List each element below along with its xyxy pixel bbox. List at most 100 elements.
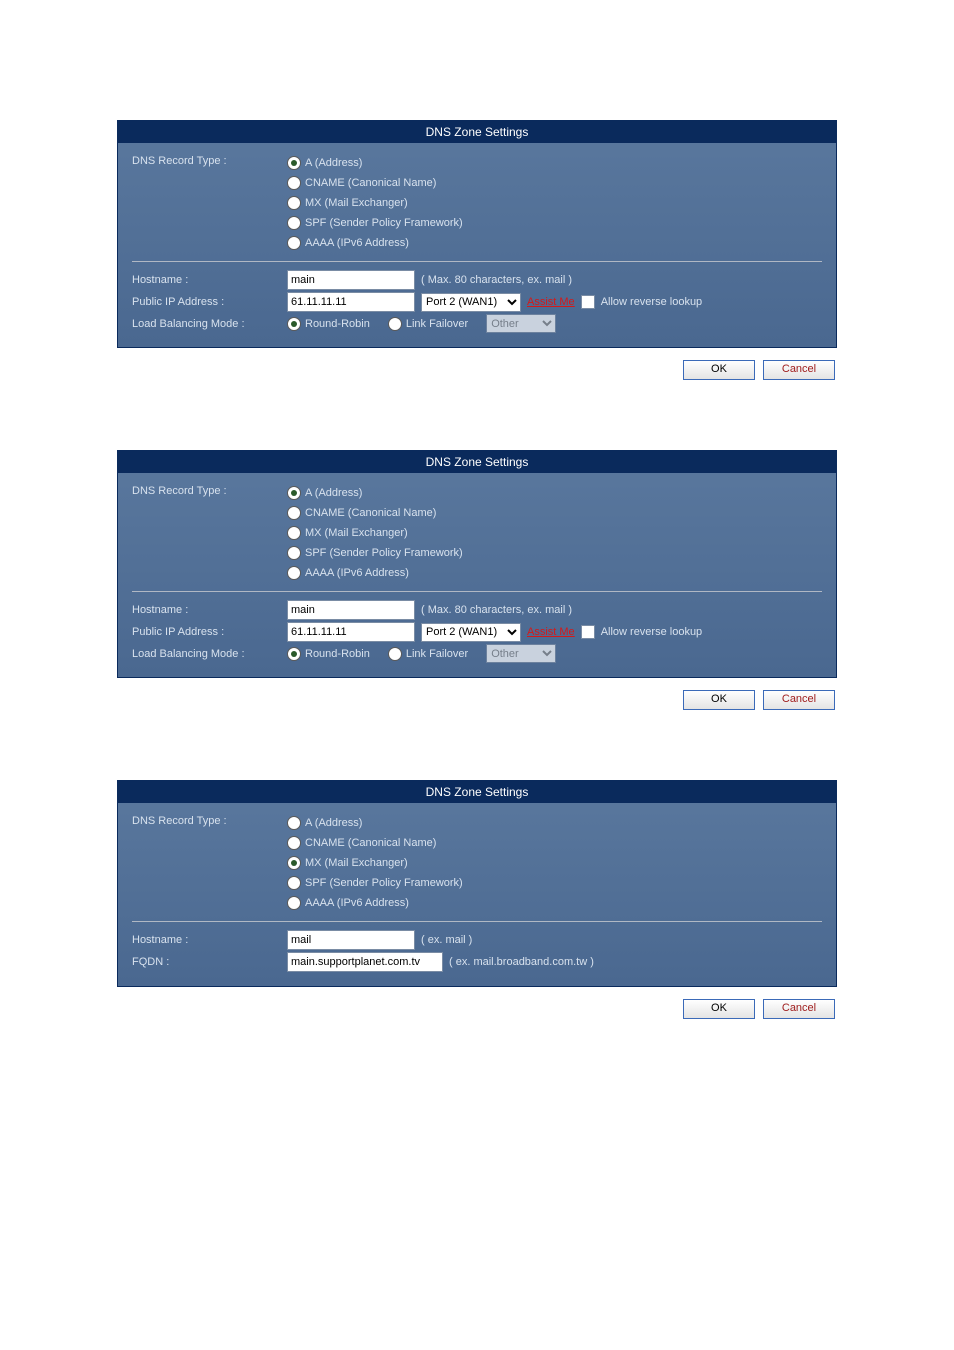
radio-icon — [287, 566, 301, 580]
panel-title: DNS Zone Settings — [118, 121, 836, 143]
reverse-lookup-checkbox[interactable] — [581, 625, 595, 639]
cancel-button[interactable]: Cancel — [763, 360, 835, 380]
dns-zone-settings-panel-1: DNS Zone Settings DNS Record Type : A (A… — [117, 120, 837, 348]
radio-icon — [287, 836, 301, 850]
cancel-button[interactable]: Cancel — [763, 999, 835, 1019]
hostname-label: Hostname : — [132, 604, 287, 616]
radio-label: CNAME (Canonical Name) — [305, 835, 436, 851]
radio-icon — [287, 236, 301, 250]
cancel-button[interactable]: Cancel — [763, 690, 835, 710]
radio-icon — [287, 506, 301, 520]
radio-label: A (Address) — [305, 485, 362, 501]
port-select[interactable]: Port 2 (WAN1) — [421, 293, 521, 312]
radio-spf[interactable]: SPF (Sender Policy Framework) — [287, 875, 463, 891]
radio-icon — [388, 647, 402, 661]
radio-label: MX (Mail Exchanger) — [305, 855, 408, 871]
hostname-input[interactable] — [287, 270, 415, 290]
radio-cname[interactable]: CNAME (Canonical Name) — [287, 175, 463, 191]
ok-button[interactable]: OK — [683, 360, 755, 380]
radio-icon — [287, 317, 301, 331]
assist-me-link[interactable]: Assist Me — [527, 296, 575, 308]
radio-icon — [287, 876, 301, 890]
divider — [132, 591, 822, 592]
hostname-input[interactable] — [287, 930, 415, 950]
radio-aaaa[interactable]: AAAA (IPv6 Address) — [287, 235, 463, 251]
reverse-lookup-label: Allow reverse lookup — [601, 296, 703, 308]
radio-icon — [388, 317, 402, 331]
radio-icon — [287, 856, 301, 870]
radio-mx[interactable]: MX (Mail Exchanger) — [287, 525, 463, 541]
radio-a-address[interactable]: A (Address) — [287, 155, 463, 171]
hostname-label: Hostname : — [132, 934, 287, 946]
ok-button[interactable]: OK — [683, 690, 755, 710]
assist-me-link[interactable]: Assist Me — [527, 626, 575, 638]
radio-label: MX (Mail Exchanger) — [305, 195, 408, 211]
failover-other-select: Other — [486, 314, 556, 333]
radio-a-address[interactable]: A (Address) — [287, 815, 463, 831]
radio-spf[interactable]: SPF (Sender Policy Framework) — [287, 545, 463, 561]
radio-link-failover[interactable]: Link Failover — [388, 647, 468, 661]
hostname-label: Hostname : — [132, 274, 287, 286]
radio-mx[interactable]: MX (Mail Exchanger) — [287, 855, 463, 871]
radio-icon — [287, 196, 301, 210]
radio-round-robin[interactable]: Round-Robin — [287, 647, 370, 661]
hostname-hint: ( ex. mail ) — [421, 934, 472, 946]
radio-icon — [287, 647, 301, 661]
port-select[interactable]: Port 2 (WAN1) — [421, 623, 521, 642]
public-ip-input[interactable] — [287, 622, 415, 642]
radio-label: Link Failover — [406, 318, 468, 330]
radio-label: AAAA (IPv6 Address) — [305, 235, 409, 251]
radio-spf[interactable]: SPF (Sender Policy Framework) — [287, 215, 463, 231]
radio-icon — [287, 486, 301, 500]
radio-icon — [287, 546, 301, 560]
radio-label: SPF (Sender Policy Framework) — [305, 545, 463, 561]
radio-icon — [287, 216, 301, 230]
radio-label: CNAME (Canonical Name) — [305, 175, 436, 191]
failover-other-select: Other — [486, 644, 556, 663]
radio-label: SPF (Sender Policy Framework) — [305, 215, 463, 231]
radio-label: AAAA (IPv6 Address) — [305, 565, 409, 581]
dns-zone-settings-panel-2: DNS Zone Settings DNS Record Type : A (A… — [117, 450, 837, 678]
panel-title: DNS Zone Settings — [118, 781, 836, 803]
radio-cname[interactable]: CNAME (Canonical Name) — [287, 505, 463, 521]
radio-label: Round-Robin — [305, 318, 370, 330]
radio-label: Round-Robin — [305, 648, 370, 660]
radio-cname[interactable]: CNAME (Canonical Name) — [287, 835, 463, 851]
divider — [132, 921, 822, 922]
dns-record-type-label: DNS Record Type : — [132, 815, 287, 827]
divider — [132, 261, 822, 262]
radio-label: A (Address) — [305, 815, 362, 831]
fqdn-label: FQDN : — [132, 956, 287, 968]
radio-label: SPF (Sender Policy Framework) — [305, 875, 463, 891]
hostname-input[interactable] — [287, 600, 415, 620]
radio-label: CNAME (Canonical Name) — [305, 505, 436, 521]
public-ip-input[interactable] — [287, 292, 415, 312]
fqdn-hint: ( ex. mail.broadband.com.tw ) — [449, 956, 594, 968]
hostname-hint: ( Max. 80 characters, ex. mail ) — [421, 604, 572, 616]
radio-icon — [287, 176, 301, 190]
ok-button[interactable]: OK — [683, 999, 755, 1019]
reverse-lookup-checkbox[interactable] — [581, 295, 595, 309]
radio-label: MX (Mail Exchanger) — [305, 525, 408, 541]
radio-icon — [287, 816, 301, 830]
radio-label: AAAA (IPv6 Address) — [305, 895, 409, 911]
radio-aaaa[interactable]: AAAA (IPv6 Address) — [287, 565, 463, 581]
radio-round-robin[interactable]: Round-Robin — [287, 317, 370, 331]
dns-record-type-label: DNS Record Type : — [132, 485, 287, 497]
public-ip-label: Public IP Address : — [132, 296, 287, 308]
dns-record-type-label: DNS Record Type : — [132, 155, 287, 167]
radio-a-address[interactable]: A (Address) — [287, 485, 463, 501]
radio-link-failover[interactable]: Link Failover — [388, 317, 468, 331]
public-ip-label: Public IP Address : — [132, 626, 287, 638]
radio-icon — [287, 526, 301, 540]
radio-aaaa[interactable]: AAAA (IPv6 Address) — [287, 895, 463, 911]
radio-mx[interactable]: MX (Mail Exchanger) — [287, 195, 463, 211]
hostname-hint: ( Max. 80 characters, ex. mail ) — [421, 274, 572, 286]
load-balancing-label: Load Balancing Mode : — [132, 318, 287, 330]
dns-zone-settings-panel-3: DNS Zone Settings DNS Record Type : A (A… — [117, 780, 837, 987]
radio-icon — [287, 156, 301, 170]
panel-title: DNS Zone Settings — [118, 451, 836, 473]
fqdn-input[interactable] — [287, 952, 443, 972]
reverse-lookup-label: Allow reverse lookup — [601, 626, 703, 638]
radio-icon — [287, 896, 301, 910]
